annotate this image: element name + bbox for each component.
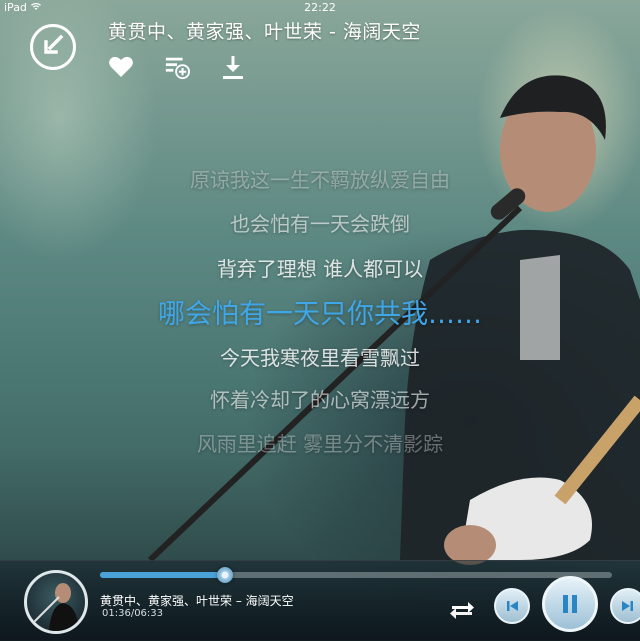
previous-track-button[interactable] [494, 588, 530, 624]
now-playing-title: 黄贯中、黄家强、叶世荣 – 海阔天空 [100, 594, 294, 608]
next-track-button[interactable] [610, 588, 640, 624]
lyric-line: 今天我寒夜里看雪飘过 [220, 346, 420, 370]
heart-icon [109, 56, 133, 77]
pause-icon [563, 595, 577, 613]
pause-button[interactable] [542, 576, 598, 632]
back-arrow-icon [41, 33, 65, 61]
playback-time: 01:36/06:33 [102, 608, 164, 619]
lyric-line: 风雨里追赶 雾里分不清影踪 [196, 432, 444, 456]
lyric-line: 怀着冷却了的心窝漂远方 [210, 388, 430, 412]
skip-next-icon [622, 601, 633, 611]
status-time: 22:22 [304, 1, 336, 14]
album-art-thumbnail[interactable] [24, 570, 88, 634]
song-actions [108, 54, 246, 80]
playlist-add-icon [165, 57, 190, 80]
favorite-button[interactable] [108, 54, 134, 80]
song-title: 黄贯中、黄家强、叶世荣 - 海阔天空 [108, 21, 421, 43]
lyric-line: 原谅我这一生不羁放纵爱自由 [190, 168, 450, 192]
skip-previous-icon [507, 601, 518, 611]
download-button[interactable] [220, 54, 246, 80]
current-lyric-line: 哪会怕有一天只你共我…… [158, 299, 482, 330]
back-button[interactable] [30, 24, 76, 70]
progress-slider-knob[interactable] [216, 567, 233, 583]
progress-fill [100, 572, 225, 578]
lyric-line: 也会怕有一天会跌倒 [230, 212, 410, 236]
download-icon [223, 56, 243, 79]
repeat-button[interactable] [448, 597, 476, 621]
add-to-playlist-button[interactable] [164, 54, 190, 80]
status-bar: iPad 22:22 [0, 0, 640, 16]
lyric-line: 背弃了理想 谁人都可以 [216, 257, 424, 281]
repeat-icon [450, 602, 474, 619]
